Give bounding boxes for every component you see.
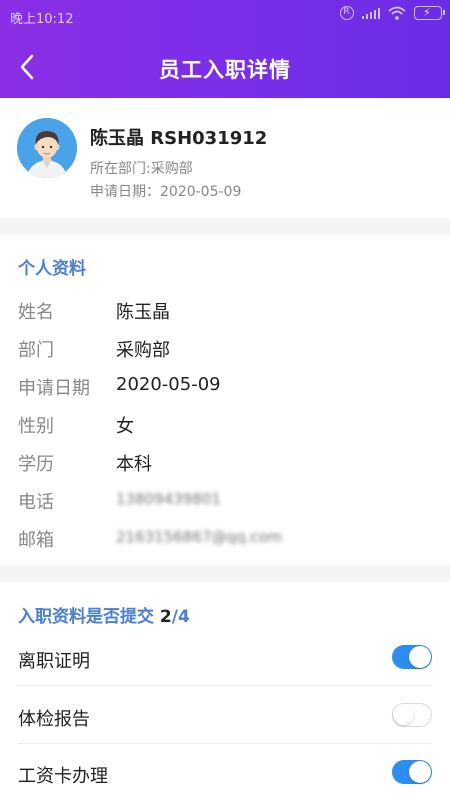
row-value-gender: 女 xyxy=(116,416,134,437)
employee-apply-date: 申请日期：2020-05-09 xyxy=(90,184,242,200)
toggle-resignation[interactable] xyxy=(392,645,432,669)
avatar-illustration xyxy=(17,118,77,178)
documents-title: 入职资料是否提交 2/4 xyxy=(18,602,190,627)
app-header: 晚上10:12 R ⚡ 员工入职详情 xyxy=(0,0,450,98)
documents-total: 4 xyxy=(177,607,190,627)
page-title: 员工入职详情 xyxy=(159,58,291,82)
documents-count: 2/4 xyxy=(160,607,190,627)
doc-label-medical: 体检报告 xyxy=(18,709,90,730)
battery-charging-icon: ⚡ xyxy=(414,6,445,20)
status-time: 晚上10:12 xyxy=(10,12,74,27)
divider xyxy=(18,685,432,686)
wifi-icon xyxy=(388,6,406,20)
avatar xyxy=(17,118,77,178)
toggle-knob xyxy=(409,646,431,668)
row-value-name: 陈玉晶 xyxy=(116,302,170,323)
row-label-education: 学历 xyxy=(18,454,54,475)
row-value-department: 采购部 xyxy=(116,340,170,361)
row-value-phone: 13809439801 xyxy=(116,490,221,508)
documents-submitted: 2 xyxy=(159,607,172,627)
signal-icon xyxy=(361,7,380,19)
divider xyxy=(18,743,432,744)
row-label-phone: 电话 xyxy=(18,492,54,513)
row-label-name: 姓名 xyxy=(18,302,54,323)
toggle-knob xyxy=(393,704,414,725)
employee-department: 所在部门:采购部 xyxy=(90,161,193,177)
row-value-email: 2163156867@qq.com xyxy=(116,528,283,546)
documents-title-text: 入职资料是否提交 xyxy=(18,607,154,627)
status-bar: 晚上10:12 R ⚡ xyxy=(0,0,450,32)
row-label-department: 部门 xyxy=(18,340,54,361)
doc-label-salary-card: 工资卡办理 xyxy=(18,766,108,787)
row-label-gender: 性别 xyxy=(18,416,54,437)
r-icon: R xyxy=(339,6,354,20)
row-label-email: 邮箱 xyxy=(18,530,54,551)
row-value-education: 本科 xyxy=(116,454,152,475)
row-value-apply-date: 2020-05-09 xyxy=(116,374,221,395)
doc-label-resignation: 离职证明 xyxy=(18,651,90,672)
toggle-salary-card[interactable] xyxy=(392,760,432,784)
toggle-knob xyxy=(409,761,431,783)
status-icons: R ⚡ xyxy=(339,6,445,20)
row-label-apply-date: 申请日期 xyxy=(18,378,90,399)
toggle-medical[interactable] xyxy=(392,703,432,727)
personal-info-card xyxy=(0,234,450,566)
employee-name-id: 陈玉晶 RSH031912 xyxy=(90,128,268,149)
personal-info-title: 个人资料 xyxy=(18,259,86,279)
